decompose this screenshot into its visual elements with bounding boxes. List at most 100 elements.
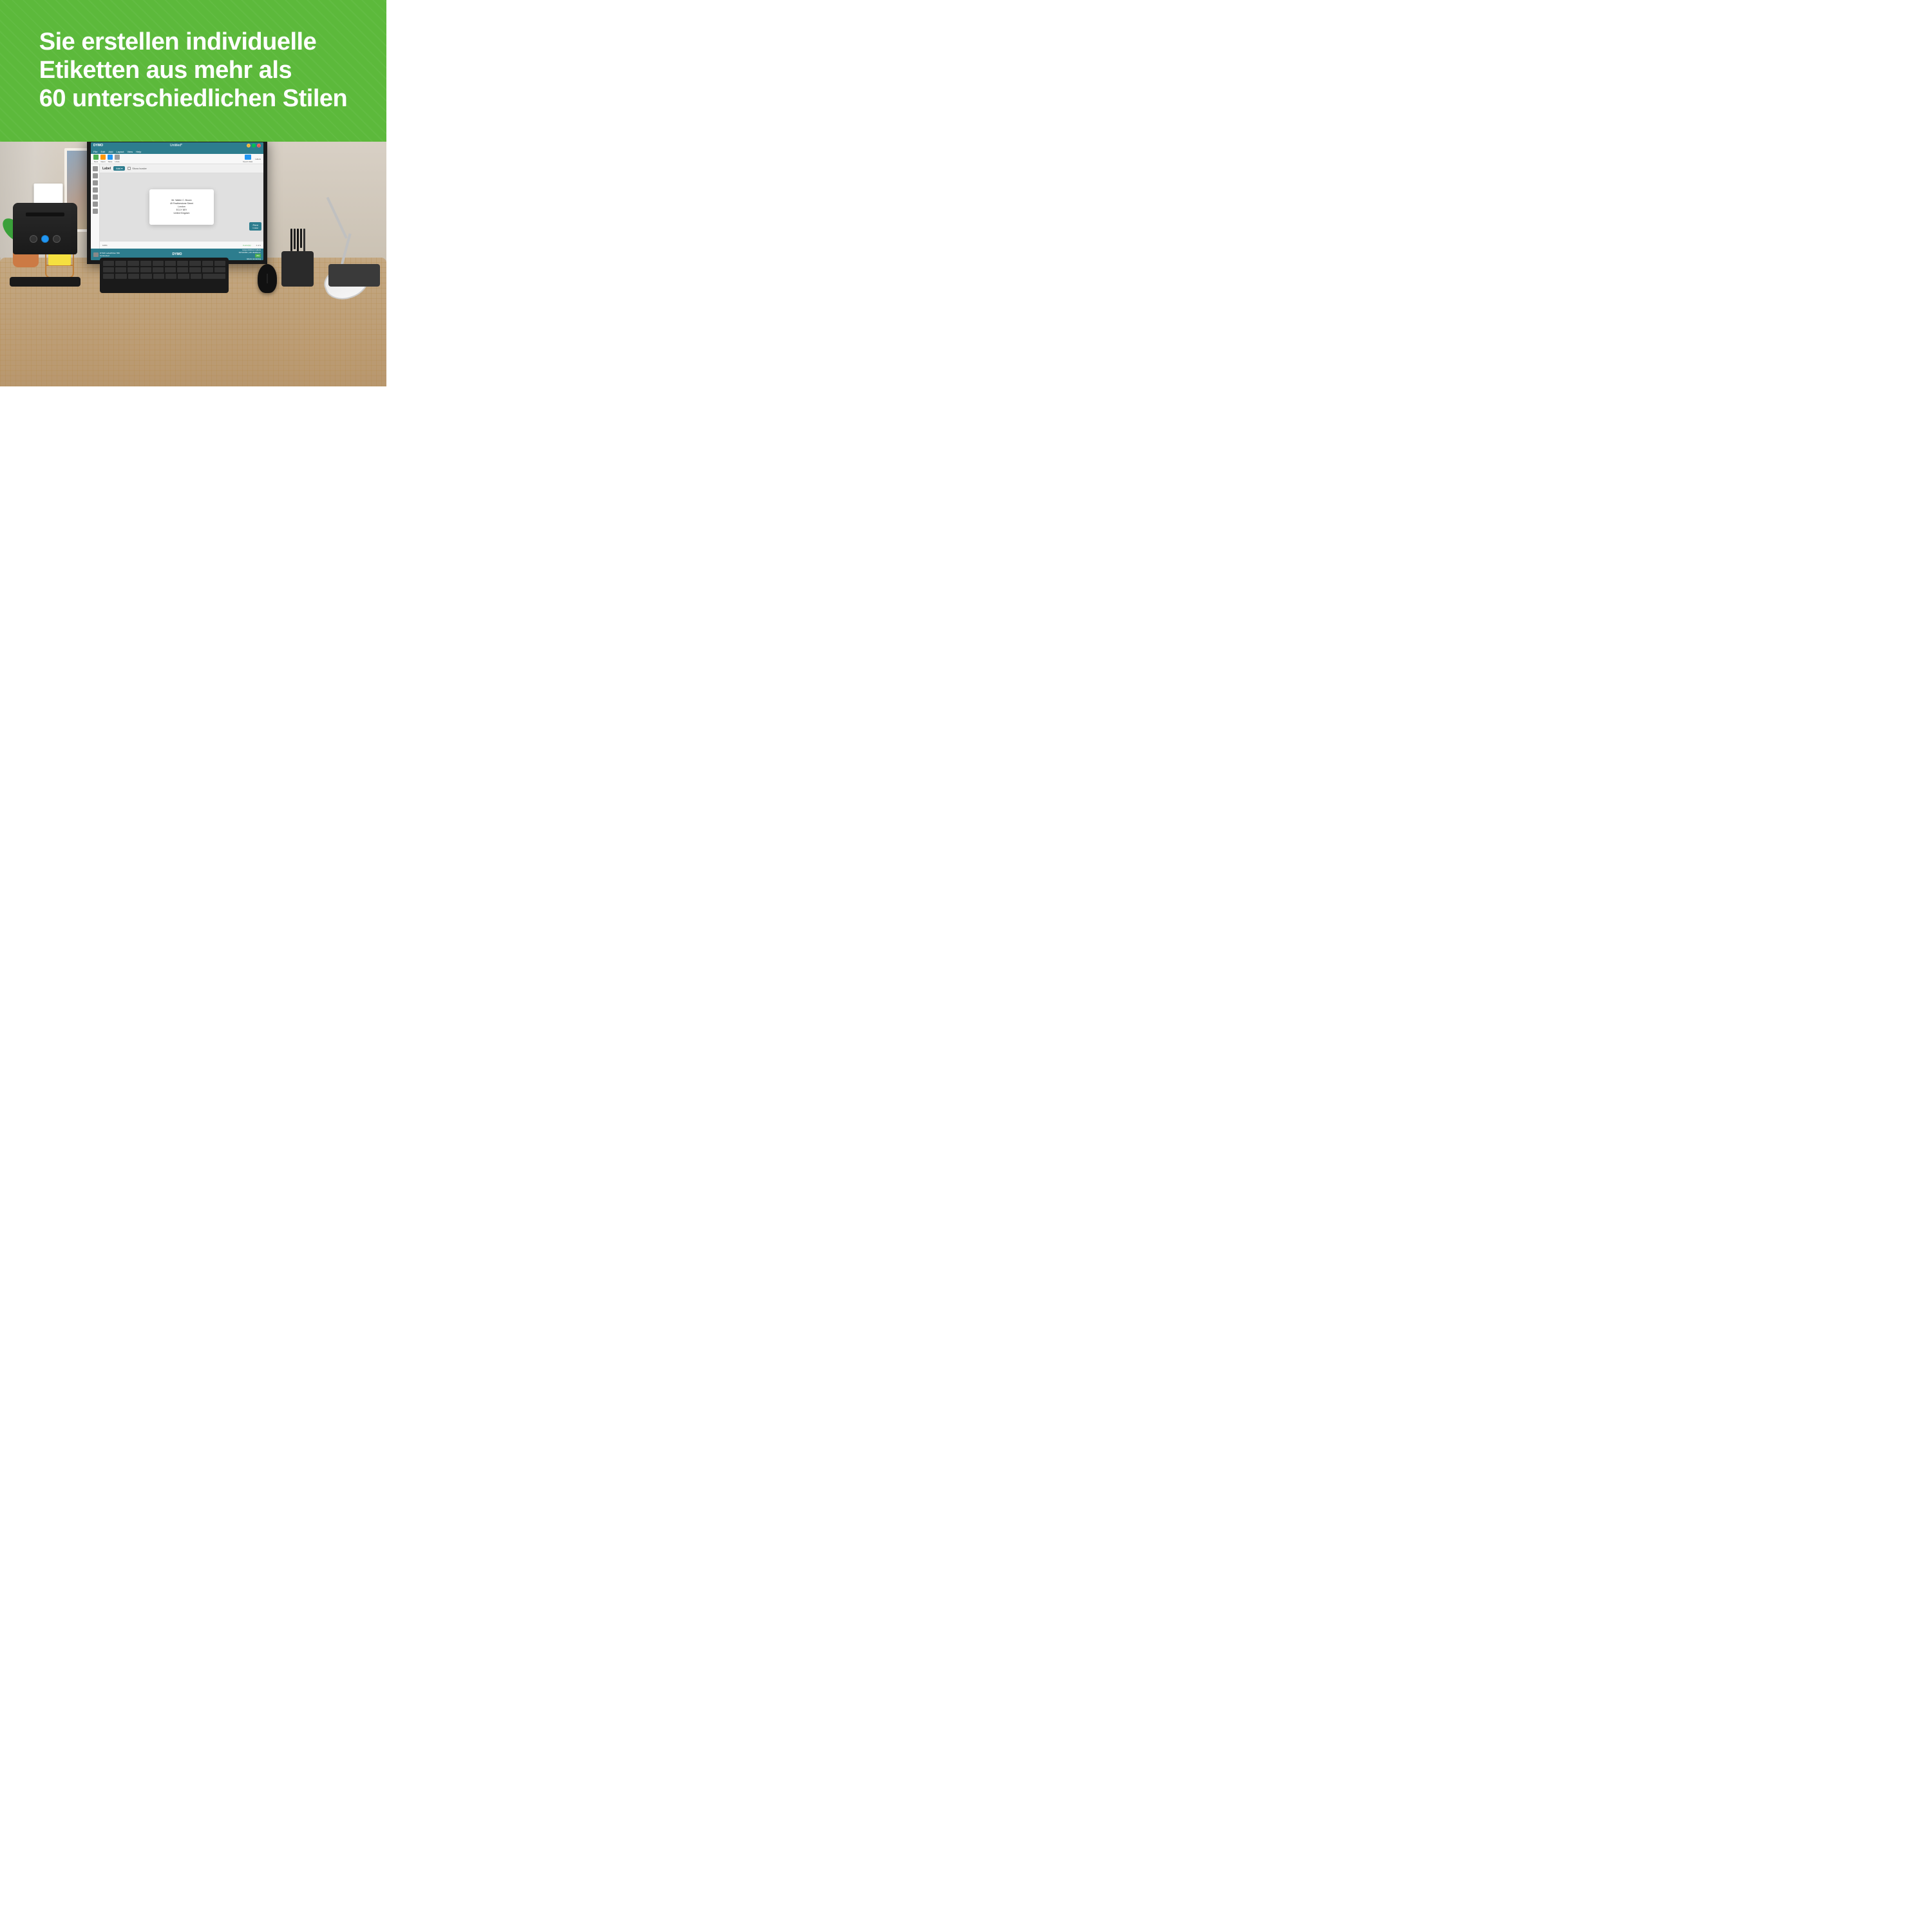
undo-button[interactable]: Undo: [115, 155, 120, 163]
pencil-holder: [280, 229, 316, 287]
print-sub-label: 1 label: [252, 227, 258, 229]
envelope-icon[interactable]: [93, 173, 98, 178]
pen-5: [303, 229, 305, 252]
image-icon[interactable]: [93, 180, 98, 185]
close-button[interactable]: ×: [257, 144, 261, 147]
main-content: Label Add ▾ Show border: [91, 164, 263, 249]
label-canvas[interactable]: Mr. Walter C. Brown 49 Featherstone Stre…: [149, 189, 214, 225]
headline-line2: Etiketten aus mehr als: [39, 57, 292, 84]
save-button[interactable]: Save: [108, 155, 113, 163]
toolbar-right: Import data Labels: [243, 155, 261, 163]
spacebar-key: [203, 274, 225, 279]
label-printer: [13, 203, 84, 287]
import-label: Import data: [243, 160, 252, 163]
toolbar: New Open Save: [91, 154, 263, 164]
printer-status-icon: [93, 252, 99, 257]
printer-back-button: [30, 235, 37, 243]
new-button[interactable]: New: [93, 155, 99, 163]
key: [165, 261, 176, 266]
open-icon: [100, 155, 106, 160]
barcode-icon[interactable]: [93, 187, 98, 193]
dymo-software: DYMO Untitled* − □ × File Edit: [91, 142, 263, 260]
undo-icon: [115, 155, 120, 160]
keyboard-row-1: [103, 261, 225, 266]
key: [128, 267, 138, 272]
menu-layout[interactable]: Layout: [116, 150, 124, 153]
save-label: Save: [108, 160, 113, 163]
editor-bottom-bar: 100% 0 error(s) 1 of 1: [100, 241, 263, 249]
headline-line1: Sie erstellen individuelle: [39, 28, 317, 55]
counter-icon[interactable]: [93, 209, 98, 214]
headline-line3: 60 unterschiedlichen Stilen: [39, 85, 348, 112]
pen-2: [294, 229, 296, 249]
holder-body: [281, 251, 314, 287]
main-container: Sie erstellen individuelle Etiketten aus…: [0, 0, 386, 386]
key: [153, 274, 164, 279]
dymo-logo-titlebar: DYMO: [93, 144, 103, 147]
monitor-bezel: DYMO Untitled* − □ × File Edit: [87, 142, 267, 264]
date-icon[interactable]: [93, 202, 98, 207]
menu-view[interactable]: View: [128, 150, 133, 153]
label-canvas-area[interactable]: Mr. Walter C. Brown 49 Featherstone Stre…: [100, 173, 263, 241]
key: [177, 261, 188, 266]
key: [103, 267, 114, 272]
print-button[interactable]: Print 1 label: [249, 222, 261, 231]
printer-body: [13, 203, 77, 254]
key: [166, 274, 176, 279]
printer-slot: [26, 213, 64, 216]
text-tool-icon[interactable]: [93, 166, 98, 171]
sidebar: [91, 164, 100, 249]
key: [214, 261, 225, 266]
key: [191, 274, 202, 279]
new-label: New: [94, 160, 98, 163]
key: [140, 274, 151, 279]
label-type-info: Large Address Labels S0722400 | LW 36x89…: [239, 249, 261, 260]
menubar: File Edit Add Layout View Help: [91, 149, 263, 154]
monitor-screen: DYMO Untitled* − □ × File Edit: [91, 142, 263, 260]
shapes-icon[interactable]: [93, 194, 98, 200]
label-editor-area: Label Add ▾ Show border: [100, 164, 263, 249]
zoom-level: 100%: [102, 244, 108, 247]
open-button[interactable]: Open: [100, 155, 106, 163]
key: [140, 267, 151, 272]
label-heading: Label: [102, 167, 111, 171]
menu-help[interactable]: Help: [136, 150, 141, 153]
keyboard-row-2: [103, 267, 225, 272]
key: [202, 261, 213, 266]
pen-3: [297, 229, 299, 253]
menu-add[interactable]: Add: [108, 150, 113, 153]
printer-buttons: [30, 235, 61, 243]
printer-connection-status: Connected: [100, 254, 120, 257]
minimize-button[interactable]: −: [247, 144, 251, 147]
address-text: Mr. Walter C. Brown 49 Featherstone Stre…: [170, 199, 193, 214]
printer-info: DYMO LabelWriter 550 Connected: [93, 252, 120, 257]
menu-edit[interactable]: Edit: [100, 150, 105, 153]
content-toolbar: Label Add ▾ Show border: [100, 164, 263, 173]
import-data-button[interactable]: Import data: [243, 155, 252, 163]
key: [128, 261, 138, 266]
error-count: 0 error(s): [243, 244, 251, 247]
key: [153, 267, 164, 272]
key: [189, 267, 200, 272]
add-button-label: Add: [116, 167, 120, 170]
holder-items: [280, 229, 316, 253]
organizer-box: [328, 264, 380, 287]
maximize-button[interactable]: □: [252, 144, 256, 147]
key: [103, 274, 114, 279]
show-border-checkbox[interactable]: Show border: [128, 167, 147, 170]
save-icon: [108, 155, 113, 160]
key: [189, 261, 200, 266]
menu-file[interactable]: File: [93, 150, 97, 153]
add-content-button[interactable]: Add ▾: [113, 166, 125, 171]
import-icon: [245, 155, 251, 160]
titlebar: DYMO Untitled* − □ ×: [91, 142, 263, 149]
key: [103, 261, 114, 266]
key: [214, 267, 225, 272]
photo-section: DYMO Untitled* − □ × File Edit: [0, 142, 386, 386]
printer-forward-button: [53, 235, 61, 243]
labels-button[interactable]: Labels: [255, 158, 261, 160]
key: [178, 274, 189, 279]
printer-base: [10, 277, 80, 287]
mouse-divider: [267, 274, 268, 283]
key: [153, 261, 164, 266]
